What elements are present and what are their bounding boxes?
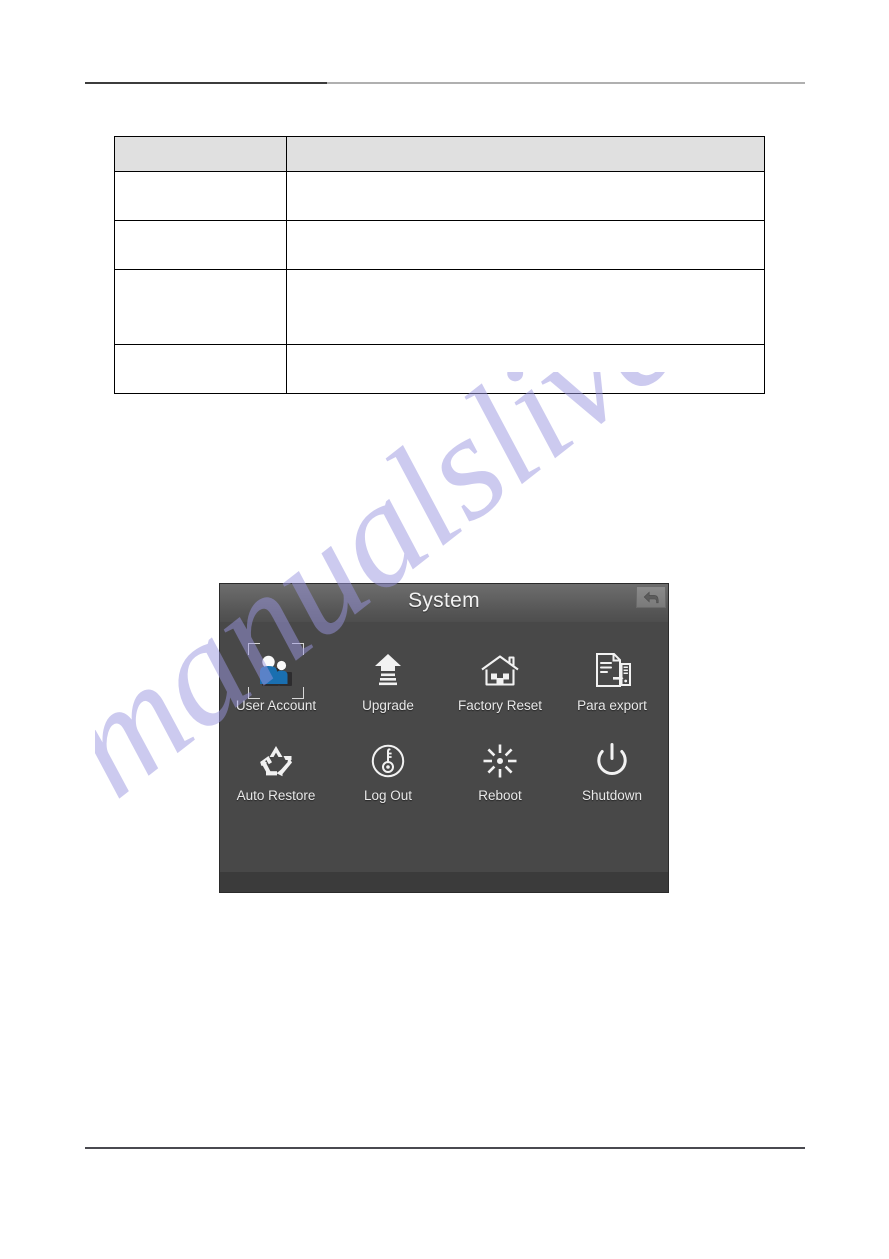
menu-item-user-account[interactable]: User Account bbox=[220, 643, 332, 738]
menu-item-auto-restore[interactable]: Auto Restore bbox=[220, 738, 332, 828]
users-icon bbox=[248, 643, 304, 699]
upload-arrow-icon bbox=[365, 648, 411, 694]
table-cell-name bbox=[114, 171, 287, 221]
menu-item-label: Shutdown bbox=[581, 788, 643, 803]
back-button[interactable] bbox=[636, 586, 666, 608]
menu-item-factory-reset[interactable]: Factory Reset bbox=[444, 648, 556, 738]
menu-item-label: Factory Reset bbox=[457, 698, 543, 713]
table-cell-name bbox=[114, 344, 287, 394]
menu-item-reboot[interactable]: Reboot bbox=[444, 738, 556, 828]
menu-item-shutdown[interactable]: Shutdown bbox=[556, 738, 668, 828]
header-rule bbox=[85, 82, 805, 84]
document-page: manualslive.com System bbox=[0, 0, 889, 1259]
header-rule-dark-segment bbox=[85, 82, 327, 84]
document-export-icon bbox=[589, 648, 635, 694]
menu-item-upgrade[interactable]: Upgrade bbox=[332, 648, 444, 738]
table-header-row bbox=[114, 136, 765, 172]
system-menu-dialog: System User Account Upgrade Factory Rese… bbox=[220, 584, 668, 892]
key-circle-icon bbox=[365, 738, 411, 784]
menu-item-label: Log Out bbox=[363, 788, 413, 803]
menu-icon-grid: User Account Upgrade Factory Reset Para … bbox=[220, 643, 668, 828]
dialog-footer-bar bbox=[220, 872, 668, 892]
table-cell-description bbox=[286, 269, 765, 345]
table-cell-name bbox=[114, 220, 287, 270]
table-header-cell-1 bbox=[286, 136, 765, 172]
dialog-body: User Account Upgrade Factory Reset Para … bbox=[220, 622, 668, 872]
menu-item-log-out[interactable]: Log Out bbox=[332, 738, 444, 828]
menu-item-label: User Account bbox=[235, 698, 317, 713]
table-cell-description bbox=[286, 220, 765, 270]
table-row bbox=[114, 220, 765, 270]
table-row bbox=[114, 269, 765, 345]
footer-rule bbox=[85, 1147, 805, 1149]
menu-item-label: Upgrade bbox=[362, 698, 414, 713]
table-cell-description bbox=[286, 171, 765, 221]
power-icon bbox=[589, 738, 635, 784]
dialog-title: System bbox=[408, 589, 480, 612]
menu-item-label: Reboot bbox=[478, 788, 522, 803]
back-arrow-icon bbox=[643, 590, 659, 603]
table-cell-description bbox=[286, 344, 765, 394]
sunburst-icon bbox=[477, 738, 523, 784]
menu-item-label: Para export bbox=[577, 698, 647, 713]
recycle-icon bbox=[253, 738, 299, 784]
table-header-cell-0 bbox=[114, 136, 287, 172]
parameter-table bbox=[114, 136, 765, 394]
house-icon bbox=[477, 648, 523, 694]
menu-item-para-export[interactable]: Para export bbox=[556, 648, 668, 738]
header-rule-light-segment bbox=[327, 82, 805, 84]
menu-item-label: Auto Restore bbox=[236, 788, 316, 803]
table-cell-name bbox=[114, 269, 287, 345]
dialog-titlebar: System bbox=[220, 584, 668, 622]
table-row bbox=[114, 344, 765, 394]
table-row bbox=[114, 171, 765, 221]
